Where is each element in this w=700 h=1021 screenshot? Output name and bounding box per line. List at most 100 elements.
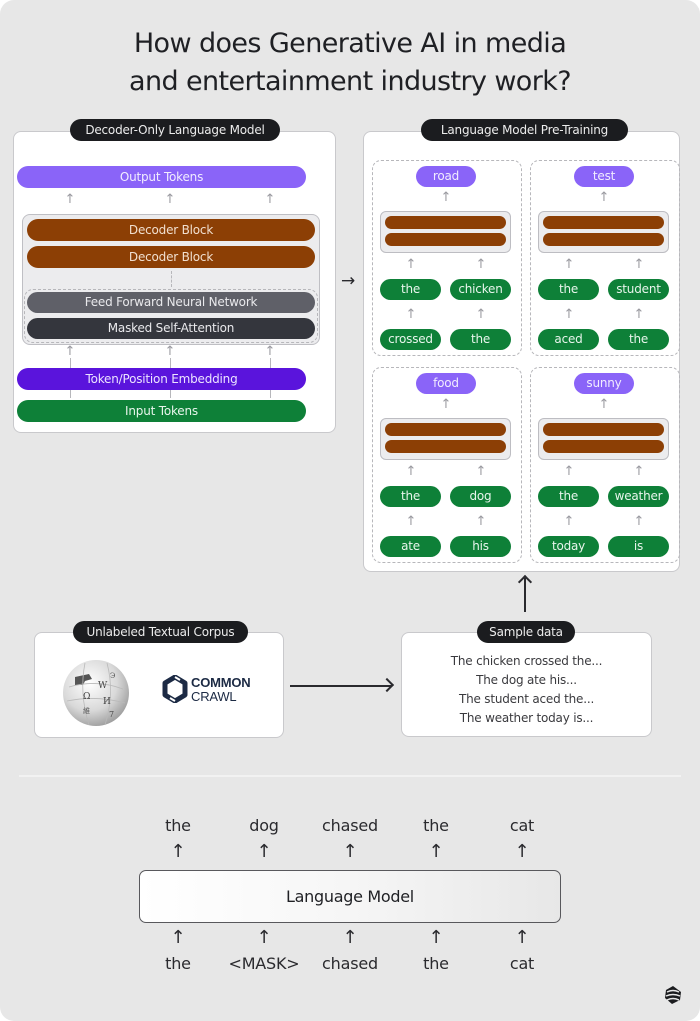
input-token: <MASK> xyxy=(228,954,300,973)
token-position-embedding-bar: Token/Position Embedding xyxy=(17,368,306,390)
arrow-up-icon: ↑ xyxy=(263,344,277,359)
pretraining-panel-tag: Language Model Pre-Training xyxy=(421,119,628,141)
arrow-up-icon: ↑ xyxy=(514,841,530,862)
arrow-up-icon: ↑ xyxy=(428,927,444,948)
arrow-up-icon: ↑ xyxy=(633,257,645,272)
sample-line: The weather today is... xyxy=(459,711,594,725)
input-token: the xyxy=(165,954,191,973)
input-token: cat xyxy=(509,954,535,973)
arrow-up-icon: ↑ xyxy=(264,192,276,207)
input-token: ate xyxy=(380,536,441,557)
common-crawl-hexagon-icon xyxy=(162,675,188,703)
arrow-up-icon: ↑ xyxy=(475,307,487,322)
input-token: the xyxy=(450,329,511,350)
section-divider xyxy=(19,775,681,777)
arrow-up-icon: ↑ xyxy=(163,344,177,359)
arrow-up-icon: ↑ xyxy=(475,514,487,529)
decoder-block-mini xyxy=(385,233,506,246)
sample-panel-tag: Sample data xyxy=(477,621,575,643)
arrow-up-icon: ↑ xyxy=(405,464,417,479)
output-token: chased xyxy=(322,816,378,835)
input-token: crossed xyxy=(380,329,441,350)
right-arrow-icon: → xyxy=(341,271,356,291)
arrow-up-icon: ↑ xyxy=(170,841,186,862)
context-token: the xyxy=(538,279,599,300)
decoder-block-mini xyxy=(543,233,664,246)
arrow-up-icon: ↑ xyxy=(63,344,77,359)
context-token: chicken xyxy=(450,279,511,300)
sample-line: The dog ate his... xyxy=(476,673,577,687)
arrow-up-icon: ↑ xyxy=(598,397,610,412)
arrow-up-icon: ↑ xyxy=(633,514,645,529)
predicted-token: road xyxy=(416,166,476,187)
decoder-block: Decoder Block xyxy=(27,246,315,268)
sample-line: The student aced the... xyxy=(458,692,595,706)
predicted-token: food xyxy=(416,373,476,394)
arrow-up-icon: ↑ xyxy=(428,841,444,862)
svg-text:7: 7 xyxy=(109,710,114,719)
context-token: the xyxy=(538,486,599,507)
decoder-stack: Decoder Block Decoder Block Feed Forward… xyxy=(22,214,320,345)
feed-forward-bar: Feed Forward Neural Network xyxy=(27,292,315,313)
wikipedia-logo: Ω W И 7 維 Э xyxy=(59,657,133,727)
output-tokens-bar: Output Tokens xyxy=(17,166,306,188)
arrow-up-icon: ↑ xyxy=(475,257,487,272)
context-token: the xyxy=(380,486,441,507)
arrow-up-icon: ↑ xyxy=(563,307,575,322)
svg-text:W: W xyxy=(98,681,108,691)
arrow-up-icon: ↑ xyxy=(342,841,358,862)
decoder-panel-tag: Decoder-Only Language Model xyxy=(70,119,280,141)
input-token: aced xyxy=(538,329,599,350)
svg-text:Ω: Ω xyxy=(83,692,90,702)
arrow-up-icon: ↑ xyxy=(514,927,530,948)
input-token: the xyxy=(608,329,669,350)
predicted-token: sunny xyxy=(574,373,634,394)
input-token: today xyxy=(538,536,599,557)
sample-data-panel: The chicken crossed the... The dog ate h… xyxy=(401,632,652,737)
context-token: weather xyxy=(608,486,669,507)
arrow-up-icon: ↑ xyxy=(256,927,272,948)
decoder-block-mini xyxy=(385,440,506,453)
decoder-block-mini xyxy=(543,440,664,453)
arrow-up-icon: ↑ xyxy=(440,397,452,412)
arrow-up-icon: ↑ xyxy=(170,927,186,948)
arrow-up-icon: ↑ xyxy=(633,307,645,322)
decoder-block-mini xyxy=(543,423,664,436)
arrow-up-icon: ↑ xyxy=(405,257,417,272)
dashed-connector xyxy=(171,271,172,287)
svg-text:Э: Э xyxy=(110,672,115,680)
common-crawl-logo: COMMON CRAWL xyxy=(162,675,262,705)
arrow-up-icon: ↑ xyxy=(405,514,417,529)
decoder-only-panel: Output Tokens ↑ ↑ ↑ Decoder Block Decode… xyxy=(13,131,336,433)
masked-self-attention-bar: Masked Self-Attention xyxy=(27,318,315,339)
flow-arrow-head xyxy=(379,677,395,693)
arrow-up-icon: ↑ xyxy=(164,192,176,207)
corpus-panel-tag: Unlabeled Textual Corpus xyxy=(73,621,248,643)
sample-line: The chicken crossed the... xyxy=(450,654,603,668)
common-crawl-word-1: COMMON xyxy=(191,675,251,690)
decoder-block-mini xyxy=(385,216,506,229)
output-token: cat xyxy=(509,816,535,835)
arrow-up-icon: ↑ xyxy=(633,464,645,479)
brand-logo-icon xyxy=(663,985,683,1005)
arrow-up-icon: ↑ xyxy=(440,190,452,205)
context-token: the xyxy=(380,279,441,300)
language-model-box: Language Model xyxy=(139,870,561,923)
infographic-page: How does Generative AI in media and ente… xyxy=(0,0,700,1021)
arrow-up-icon: ↑ xyxy=(405,307,417,322)
output-token: dog xyxy=(249,816,279,835)
page-title-line-1: How does Generative AI in media xyxy=(133,28,567,59)
output-token: the xyxy=(165,816,191,835)
flow-line xyxy=(290,685,392,687)
input-token: chased xyxy=(322,954,378,973)
decoder-block-mini xyxy=(385,423,506,436)
context-token: student xyxy=(608,279,669,300)
arrow-up-icon: ↑ xyxy=(475,464,487,479)
arrow-up-icon: ↑ xyxy=(563,257,575,272)
predicted-token: test xyxy=(574,166,634,187)
corpus-panel: Ω W И 7 維 Э COMMON CRAWL xyxy=(34,632,284,738)
decoder-block: Decoder Block xyxy=(27,219,315,241)
arrow-up-icon: ↑ xyxy=(563,464,575,479)
decoder-block-mini xyxy=(543,216,664,229)
input-tokens-bar: Input Tokens xyxy=(17,400,306,422)
